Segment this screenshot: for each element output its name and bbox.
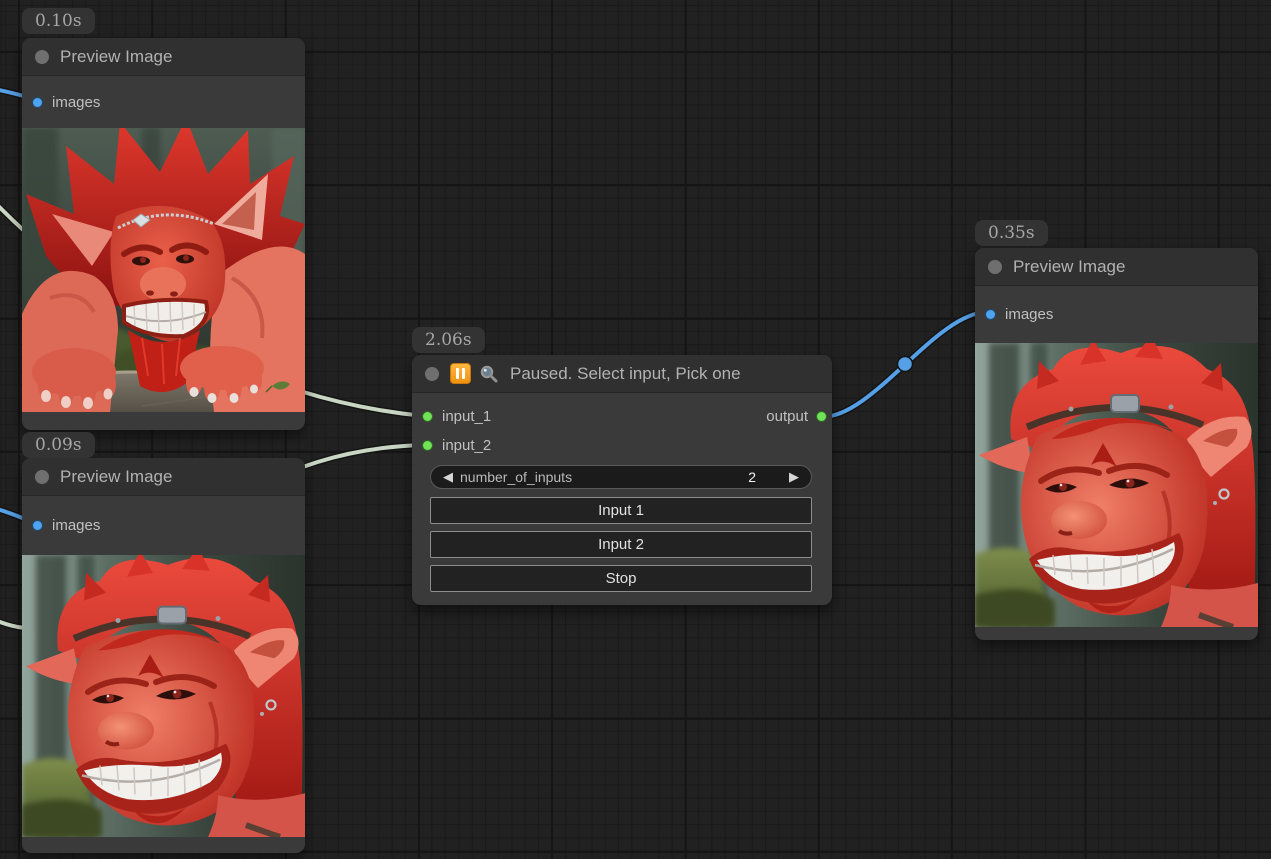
node-header[interactable]: Preview Image [22,38,305,76]
port-label: images [52,94,100,111]
collapse-toggle-icon[interactable] [35,470,49,484]
magnifier-icon [479,364,499,384]
input-port-images[interactable] [32,520,43,531]
output-port[interactable] [816,411,827,422]
collapse-toggle-icon[interactable] [988,260,1002,274]
input-port-images[interactable] [32,97,43,108]
input-port-images[interactable] [985,309,996,320]
timing-badge: 0.10s [22,8,95,34]
port-label: input_1 [442,408,491,425]
node-preview-image-1[interactable]: Preview Image images [22,38,305,430]
increment-arrow-icon[interactable]: ▶ [786,469,802,485]
timing-badge: 0.09s [22,432,95,458]
widget-label: number_of_inputs [460,469,748,485]
node-header[interactable]: Preview Image [22,458,305,496]
port-label: input_2 [442,437,491,454]
input-port-input-2[interactable] [422,440,433,451]
pause-icon [450,363,471,384]
port-label: output [766,408,808,425]
preview-image-artwork [22,555,305,837]
port-label: images [52,517,100,534]
collapse-toggle-icon[interactable] [425,367,439,381]
node-preview-image-2[interactable]: Preview Image images [22,458,305,853]
node-title: Preview Image [60,467,172,487]
timing-badge: 0.35s [975,220,1048,246]
input-1-button[interactable]: Input 1 [430,497,812,524]
preview-image-artwork [975,343,1258,627]
node-header[interactable]: Paused. Select input, Pick one [412,355,832,393]
node-title: Preview Image [1013,257,1125,277]
stop-button[interactable]: Stop [430,565,812,592]
decrement-arrow-icon[interactable]: ◀ [440,469,456,485]
node-input-picker[interactable]: Paused. Select input, Pick one input_1 o… [412,355,832,605]
preview-image-artwork [22,128,305,412]
node-preview-image-3[interactable]: Preview Image images [975,248,1258,640]
node-header[interactable]: Preview Image [975,248,1258,286]
widget-value: 2 [748,469,756,485]
timing-badge: 2.06s [412,327,485,353]
port-label: images [1005,306,1053,323]
number-of-inputs-widget[interactable]: ◀ number_of_inputs 2 ▶ [430,465,812,489]
input-2-button[interactable]: Input 2 [430,531,812,558]
input-port-input-1[interactable] [422,411,433,422]
node-title: Paused. Select input, Pick one [510,364,741,384]
collapse-toggle-icon[interactable] [35,50,49,64]
node-title: Preview Image [60,47,172,67]
